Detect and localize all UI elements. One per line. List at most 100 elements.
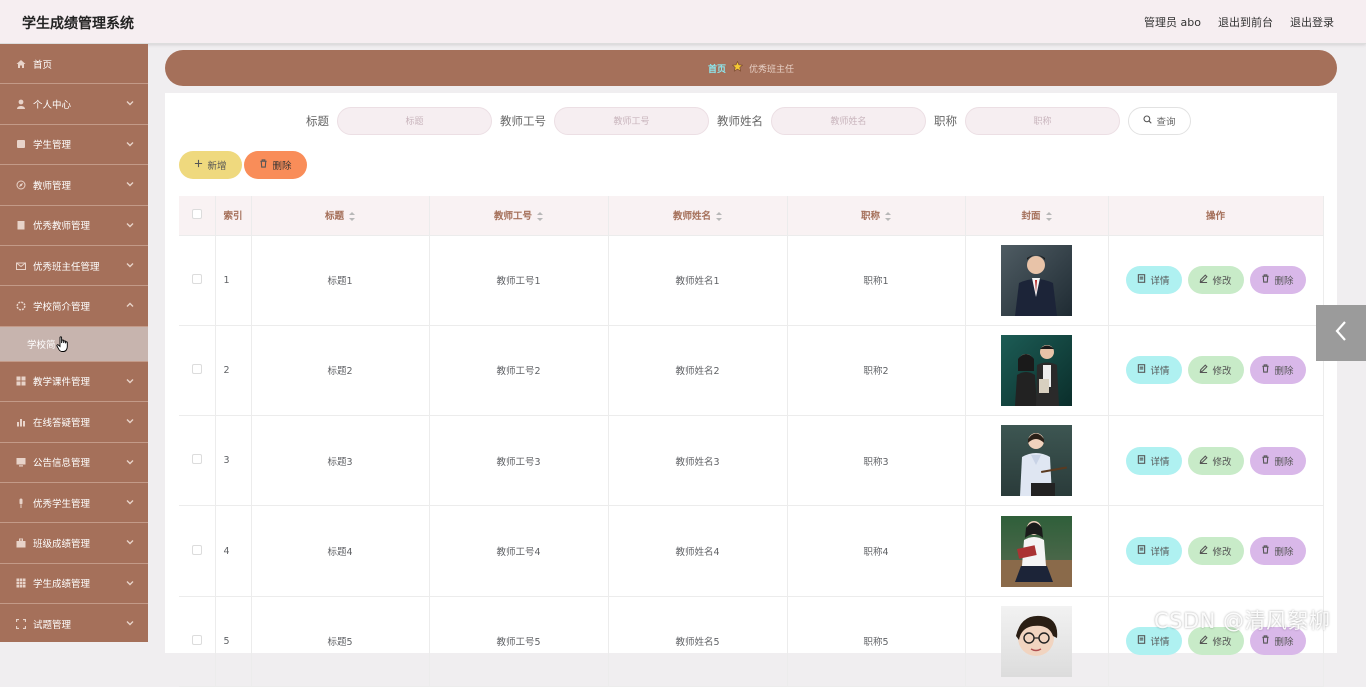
- mic-icon: [16, 498, 26, 508]
- delete-button-label: 删除: [1274, 366, 1294, 378]
- header-title[interactable]: 标题: [251, 196, 430, 236]
- detail-button[interactable]: 详情: [1125, 356, 1182, 385]
- sidebar-item-class-scores[interactable]: 班级成绩管理: [0, 523, 148, 564]
- logout-link[interactable]: 退出登录: [1290, 14, 1334, 30]
- search-title-input[interactable]: [337, 107, 492, 135]
- search-bar: 标题 教师工号 教师姓名 职称 查询: [165, 107, 1337, 135]
- search-teacher-no-input[interactable]: [554, 107, 709, 135]
- hand-cursor-icon: [56, 336, 70, 356]
- watermark: CSDN @清风絮柳: [1154, 609, 1331, 633]
- detail-button[interactable]: 详情: [1125, 266, 1182, 295]
- sidebar-item-school-intro[interactable]: 学校简介管理: [0, 286, 148, 327]
- sidebar-item-label: 班级成绩管理: [33, 538, 91, 550]
- sidebar-item-home[interactable]: 首页: [0, 44, 148, 85]
- delete-button[interactable]: 删除: [1249, 446, 1306, 475]
- row-checkbox[interactable]: [191, 454, 202, 465]
- chevron-down-icon: [126, 579, 134, 590]
- edit-button-label: 修改: [1212, 547, 1232, 559]
- admin-user-label[interactable]: 管理员 abo: [1144, 14, 1201, 30]
- detail-button[interactable]: 详情: [1125, 446, 1182, 475]
- sidebar-item-excellent-teachers[interactable]: 优秀教师管理: [0, 206, 148, 246]
- row-teacher-name: 教师姓名3: [608, 415, 788, 507]
- sidebar-item-profile[interactable]: 个人中心: [0, 84, 148, 125]
- sidebar-item-notices[interactable]: 公告信息管理: [0, 443, 148, 483]
- header-rank[interactable]: 职称: [787, 196, 966, 236]
- sidebar-item-excellent-students[interactable]: 优秀学生管理: [0, 483, 148, 524]
- sidebar-item-questions[interactable]: 试题管理: [0, 604, 148, 642]
- sort-icon[interactable]: [716, 212, 722, 222]
- query-button[interactable]: 查询: [1128, 107, 1191, 135]
- row-select-cell: [179, 235, 216, 326]
- edit-button[interactable]: 修改: [1187, 356, 1244, 385]
- row-checkbox[interactable]: [191, 544, 202, 555]
- sort-icon[interactable]: [537, 212, 543, 222]
- breadcrumb-current: 优秀班主任: [749, 64, 795, 75]
- sidebar-subitem-school-intro[interactable]: 学校简: [0, 326, 148, 362]
- collapse-panel-button[interactable]: [1316, 305, 1366, 361]
- back-to-front-link[interactable]: 退出到前台: [1218, 14, 1273, 30]
- chevron-down-icon: [126, 417, 134, 428]
- sort-icon[interactable]: [885, 212, 891, 222]
- add-button[interactable]: 新增: [179, 151, 242, 179]
- search-rank-input[interactable]: [965, 107, 1120, 135]
- row-teacher-no: 教师工号1: [429, 235, 609, 326]
- plus-icon: [194, 159, 203, 171]
- table-row: 4 标题4 教师工号4 教师姓名4 职称4 详情 修改 删除: [179, 505, 1324, 597]
- document-icon: [1137, 364, 1146, 376]
- sidebar-item-label: 个人中心: [33, 100, 72, 112]
- compass-icon: [16, 180, 26, 190]
- search-icon: [1143, 115, 1153, 127]
- edit-button[interactable]: 修改: [1187, 446, 1244, 475]
- detail-button-label: 详情: [1150, 366, 1170, 378]
- cover-image[interactable]: [1001, 605, 1072, 677]
- cover-image[interactable]: [1001, 334, 1072, 406]
- sidebar-item-courseware[interactable]: 教学课件管理: [0, 362, 148, 403]
- sidebar-item-qa[interactable]: 在线答疑管理: [0, 402, 148, 443]
- chevron-down-icon: [126, 619, 134, 630]
- bag-icon: [16, 538, 26, 548]
- pencil-icon: [1199, 364, 1209, 376]
- row-checkbox[interactable]: [191, 363, 202, 374]
- sidebar-item-student-scores[interactable]: 学生成绩管理: [0, 564, 148, 605]
- row-checkbox[interactable]: [191, 634, 202, 645]
- cover-image[interactable]: [1001, 515, 1072, 587]
- search-teacher-name-input[interactable]: [771, 107, 926, 135]
- row-select-cell: [179, 415, 216, 507]
- cover-image[interactable]: [1001, 425, 1072, 497]
- sort-icon[interactable]: [1045, 212, 1052, 222]
- batch-delete-button[interactable]: 删除: [244, 151, 307, 179]
- cover-image[interactable]: [1001, 244, 1072, 316]
- sidebar: 首页 个人中心 学生管理 教师管理 优秀教师管理 优秀班主任管理 学校简介管理 …: [0, 44, 148, 642]
- row-checkbox[interactable]: [191, 273, 202, 284]
- header-cover[interactable]: 封面: [965, 196, 1109, 236]
- main-content: 首页 优秀班主任 标题 教师工号 教师姓名 职称 查询 新增 删除: [148, 44, 1366, 687]
- teacher-table: 索引 标题 教师工号 教师姓名 职称 封面 操作 1 标题1 教师工号1 教师姓名1 职…: [179, 196, 1324, 687]
- table-row: 5 标题5 教师工号5 教师姓名5 职称5 详情 修改 删除: [179, 596, 1324, 687]
- breadcrumb-home[interactable]: 首页: [708, 62, 726, 75]
- document-icon: [1137, 635, 1146, 647]
- header-teacher-name[interactable]: 教师姓名: [608, 196, 788, 236]
- delete-button[interactable]: 删除: [1249, 537, 1306, 566]
- sidebar-item-label: 教学课件管理: [33, 377, 91, 389]
- sidebar-item-label: 首页: [33, 59, 53, 71]
- sort-icon[interactable]: [349, 212, 355, 222]
- sidebar-item-students[interactable]: 学生管理: [0, 125, 148, 166]
- edit-button[interactable]: 修改: [1187, 537, 1244, 566]
- header-teacher-no[interactable]: 教师工号: [429, 196, 609, 236]
- row-ops-cell: 详情 修改 删除: [1108, 325, 1324, 417]
- header-ops: 操作: [1108, 196, 1324, 236]
- sidebar-item-excellent-headteachers[interactable]: 优秀班主任管理: [0, 246, 148, 287]
- frame-icon: [16, 618, 26, 629]
- select-all-checkbox[interactable]: [191, 208, 202, 219]
- edit-button[interactable]: 修改: [1187, 266, 1244, 295]
- detail-button-label: 详情: [1150, 276, 1170, 288]
- query-button-label: 查询: [1156, 117, 1176, 128]
- top-bar: 学生成绩管理系统 管理员 abo 退出到前台 退出登录: [0, 0, 1366, 44]
- sidebar-item-teachers[interactable]: 教师管理: [0, 165, 148, 206]
- delete-button[interactable]: 删除: [1249, 356, 1306, 385]
- detail-button[interactable]: 详情: [1125, 537, 1182, 566]
- delete-button[interactable]: 删除: [1249, 266, 1306, 295]
- chart-icon: [16, 417, 26, 427]
- pencil-icon: [1199, 635, 1209, 647]
- pencil-icon: [1199, 455, 1209, 467]
